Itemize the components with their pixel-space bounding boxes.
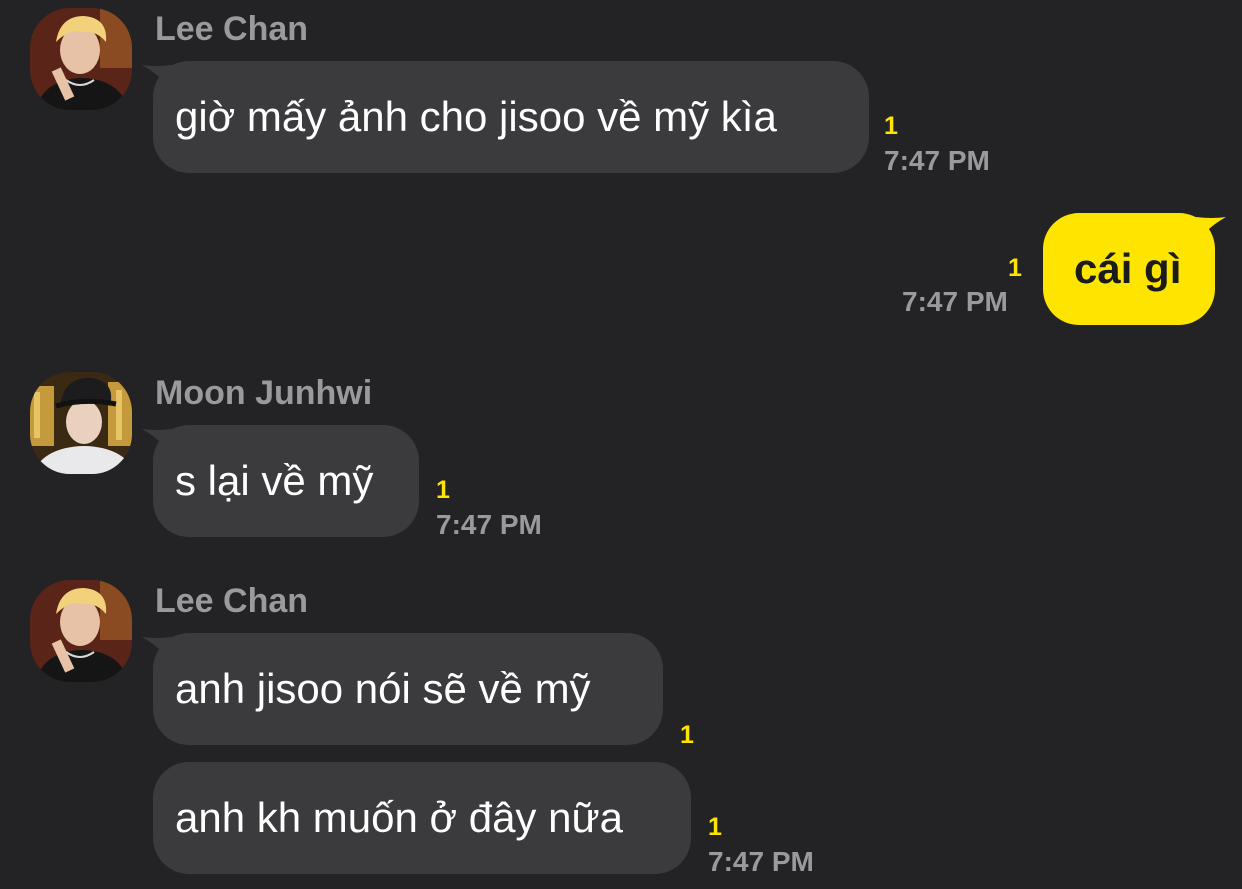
- message-time: 7:47 PM: [708, 846, 814, 877]
- bubble-tail: [1196, 217, 1226, 243]
- incoming-message-bubble[interactable]: s lại về mỹ: [142, 425, 419, 537]
- bubble-tail: [142, 429, 172, 455]
- incoming-message-bubble[interactable]: anh jisoo nói sẽ về mỹ: [142, 633, 663, 745]
- incoming-message-bubble[interactable]: anh kh muốn ở đây nữa: [153, 762, 691, 874]
- bubble-tail: [142, 637, 172, 663]
- lee-chan-avatar-icon: [30, 8, 132, 110]
- message-text: giờ mấy ảnh cho jisoo về mỹ kìa: [175, 93, 777, 140]
- lee-chan-avatar[interactable]: [30, 8, 132, 110]
- sender-name: Lee Chan: [155, 10, 309, 48]
- message-time: 7:47 PM: [436, 509, 542, 540]
- unread-count: 1: [680, 721, 694, 749]
- unread-count: 1: [1008, 254, 1022, 282]
- unread-count: 1: [884, 112, 898, 140]
- unread-count: 1: [708, 813, 722, 841]
- lee-chan-avatar[interactable]: [30, 580, 132, 682]
- message-time: 7:47 PM: [902, 286, 1008, 317]
- moon-junhwi-avatar-icon: [30, 372, 132, 474]
- sender-name: Moon Junhwi: [155, 374, 373, 412]
- incoming-message-bubble[interactable]: giờ mấy ảnh cho jisoo về mỹ kìa: [142, 61, 869, 173]
- outgoing-message-bubble[interactable]: cái gì: [1043, 213, 1226, 325]
- bubble-tail: [142, 65, 172, 91]
- message-text: s lại về mỹ: [175, 457, 374, 504]
- lee-chan-avatar-icon: [30, 580, 132, 682]
- message-time: 7:47 PM: [884, 145, 990, 176]
- message-text: anh kh muốn ở đây nữa: [175, 794, 623, 841]
- unread-count: 1: [436, 476, 450, 504]
- sender-name: Lee Chan: [155, 582, 309, 620]
- chat-message-list: Lee Chan giờ mấy ảnh cho jisoo về mỹ kìa…: [0, 0, 1242, 889]
- message-text: cái gì: [1074, 245, 1182, 292]
- moon-junhwi-avatar[interactable]: [30, 372, 132, 474]
- message-text: anh jisoo nói sẽ về mỹ: [175, 665, 591, 712]
